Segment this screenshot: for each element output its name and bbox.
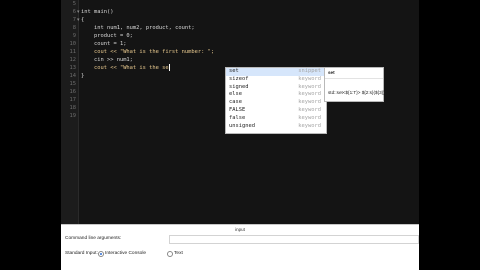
text-label[interactable]: Text	[174, 251, 183, 256]
line-number: 15	[69, 81, 77, 87]
code-line: count = 1;	[81, 41, 127, 47]
text-cursor	[168, 64, 170, 71]
line-number: 8	[72, 25, 76, 31]
autocomplete-kind: keyword	[298, 83, 321, 90]
autocomplete-word: unsigned	[229, 122, 255, 129]
autocomplete-kind: keyword	[298, 122, 321, 129]
autocomplete-kind: keyword	[298, 114, 321, 121]
panel-divider[interactable]	[61, 224, 419, 225]
fold-arrow-icon[interactable]: ▾	[77, 8, 80, 16]
fold-arrow-icon[interactable]: ▾	[77, 16, 80, 24]
autocomplete-list[interactable]: set snippet sizeof keyword signed keywor…	[225, 67, 327, 134]
autocomplete-item[interactable]: else keyword	[226, 91, 326, 99]
autocomplete-item[interactable]: case keyword	[226, 99, 326, 107]
autocomplete-item[interactable]: set snippet	[226, 68, 326, 76]
line-number: 18	[69, 105, 77, 111]
line-number: 10	[69, 41, 77, 47]
code-line: cout << "What is the first number: ";	[81, 49, 215, 55]
autocomplete-word: false	[229, 114, 246, 121]
autocomplete-item[interactable]: FALSE keyword	[226, 107, 326, 115]
interactive-console-radio[interactable]	[98, 251, 104, 257]
autocomplete-kind: keyword	[298, 99, 321, 106]
online-compiler-app: 5 6 7 8 9 10 11 12 13 14 15 16 17 18 19 …	[61, 0, 419, 270]
autocomplete-item[interactable]: unsigned keyword	[226, 123, 326, 131]
command-line-input[interactable]	[169, 235, 419, 244]
line-number: 12	[69, 57, 77, 63]
code-line: }	[81, 73, 85, 79]
autocomplete-word: else	[229, 91, 242, 98]
text-radio[interactable]	[167, 251, 173, 257]
line-number: 17	[69, 97, 77, 103]
doc-title: set	[328, 70, 335, 75]
line-number: 7	[72, 17, 76, 23]
line-number: 6	[72, 9, 76, 15]
autocomplete-word: FALSE	[229, 107, 246, 113]
autocomplete-doc-tooltip: set std::set<${1:T}> ${2:s}(${3});	[324, 67, 386, 102]
line-number: 11	[69, 49, 77, 55]
code-line: int main()	[81, 9, 114, 15]
code-editor[interactable]: 5 6 7 8 9 10 11 12 13 14 15 16 17 18 19 …	[61, 0, 419, 224]
autocomplete-word: sizeof	[229, 75, 249, 82]
autocomplete-item[interactable]: signed keyword	[226, 84, 326, 92]
code-line-active: cout << "What is the se	[81, 64, 170, 72]
autocomplete-word: set	[229, 68, 239, 74]
code-line: cin >> num1;	[81, 57, 133, 63]
code-line-text: cout << "What is the se	[81, 65, 169, 71]
autocomplete-item[interactable]: sizeof keyword	[226, 76, 326, 84]
autocomplete-word: signed	[229, 83, 249, 90]
io-panel-title: input	[235, 227, 245, 232]
standard-input-label: Standard Input:	[65, 251, 98, 256]
autocomplete-kind: keyword	[298, 91, 321, 98]
autocomplete-item[interactable]: false keyword	[226, 115, 326, 123]
line-number: 19	[69, 113, 77, 119]
code-line: product = 0;	[81, 33, 133, 39]
line-number: 14	[69, 73, 77, 79]
line-number-gutter: 5 6 7 8 9 10 11 12 13 14 15 16 17 18 19	[61, 0, 78, 224]
autocomplete-kind: keyword	[298, 75, 321, 82]
line-number: 9	[72, 33, 76, 39]
line-number: 5	[72, 1, 76, 7]
autocomplete-word: case	[229, 99, 242, 106]
line-number: 16	[69, 89, 77, 95]
command-line-label: Command line arguments:	[65, 236, 122, 241]
doc-divider	[325, 78, 383, 79]
autocomplete-kind: snippet	[298, 68, 321, 74]
gutter-divider	[78, 0, 79, 224]
line-number: 13	[69, 65, 77, 71]
interactive-console-label[interactable]: Interactive Console	[105, 251, 146, 256]
code-line: {	[81, 17, 85, 23]
code-line: int num1, num2, product, count;	[81, 25, 195, 31]
doc-signature: std::set<${1:T}> ${2:s}(${3});	[328, 90, 386, 95]
autocomplete-kind: keyword	[298, 107, 321, 113]
